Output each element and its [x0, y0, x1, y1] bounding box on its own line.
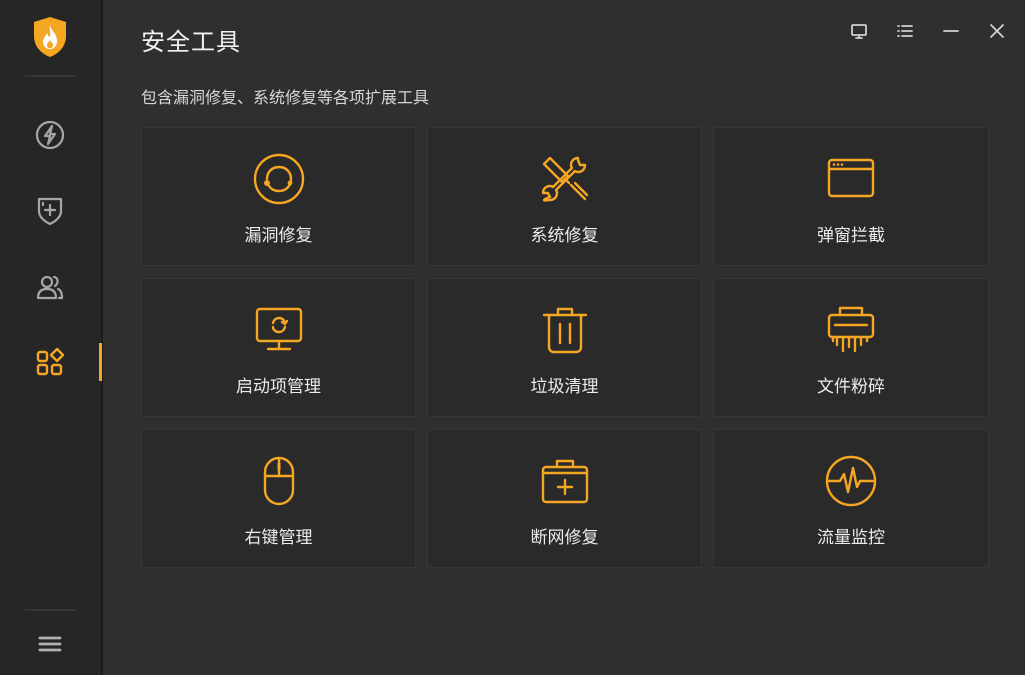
sidebar-item-tools[interactable]	[30, 342, 70, 382]
minimize-button[interactable]	[941, 20, 961, 42]
tool-label: 漏洞修复	[244, 226, 313, 246]
feedback-icon	[851, 24, 867, 39]
shredder-icon	[827, 306, 875, 353]
tool-label: 启动项管理	[236, 377, 321, 397]
popup-window-icon	[827, 158, 875, 198]
window-controls	[849, 20, 1007, 42]
minimize-icon	[943, 30, 959, 32]
vulnerability-repair-icon	[253, 153, 304, 205]
pulse-monitor-icon	[825, 455, 877, 507]
menu-list-button[interactable]	[895, 20, 915, 42]
trash-icon	[542, 307, 587, 354]
page-title: 安全工具	[141, 28, 241, 56]
app-window: 安全工具 包含漏洞修复、系统修复等各项扩展工具 漏洞修复 系统修复 弹窗拦截 启…	[0, 0, 1025, 675]
close-button[interactable]	[987, 20, 1007, 42]
tool-label: 文件粉碎	[817, 377, 885, 397]
apps-icon	[36, 347, 65, 376]
flame-shield-icon	[32, 16, 68, 58]
wrench-screwdriver-icon	[541, 156, 588, 202]
tool-label: 弹窗拦截	[817, 226, 885, 246]
mouse-icon	[263, 456, 294, 506]
tool-card-junk-clean[interactable]: 垃圾清理	[427, 278, 702, 417]
sidebar-divider-bottom	[25, 609, 75, 611]
users-icon	[36, 275, 64, 300]
sidebar-active-indicator	[99, 343, 102, 381]
sidebar-item-protection[interactable]	[30, 190, 70, 230]
shield-plus-icon	[37, 197, 63, 226]
tool-card-popup-block[interactable]: 弹窗拦截	[713, 127, 989, 266]
tool-label: 流量监控	[817, 528, 885, 548]
tool-card-vulnerability-repair[interactable]: 漏洞修复	[141, 127, 416, 266]
tool-label: 系统修复	[530, 226, 599, 246]
tools-grid: 漏洞修复 系统修复 弹窗拦截 启动项管理 垃圾清理 文件粉碎 右键管理 断网修复…	[141, 127, 989, 568]
sidebar-divider-top	[25, 75, 75, 77]
tool-label: 垃圾清理	[530, 377, 599, 397]
feedback-button[interactable]	[849, 20, 869, 42]
monitor-refresh-icon	[255, 307, 302, 351]
page-subtitle: 包含漏洞修复、系统修复等各项扩展工具	[141, 88, 430, 107]
sidebar-menu-button[interactable]	[30, 624, 70, 664]
tool-card-traffic-monitor[interactable]: 流量监控	[713, 429, 989, 568]
tool-card-system-repair[interactable]: 系统修复	[427, 127, 702, 266]
sidebar-item-users[interactable]	[30, 267, 70, 307]
close-icon	[990, 24, 1004, 38]
medkit-icon	[541, 459, 588, 504]
tool-card-context-menu[interactable]: 右键管理	[141, 429, 416, 568]
tool-card-network-repair[interactable]: 断网修复	[427, 429, 702, 568]
tool-label: 断网修复	[530, 528, 599, 548]
menu-list-icon	[897, 25, 913, 37]
sidebar-item-speedup[interactable]	[30, 115, 70, 155]
sidebar	[0, 0, 103, 675]
hamburger-menu-icon	[38, 636, 62, 652]
tool-label: 右键管理	[244, 528, 313, 548]
tool-card-file-shred[interactable]: 文件粉碎	[713, 278, 989, 417]
lightning-icon	[35, 120, 65, 150]
tool-card-startup-manager[interactable]: 启动项管理	[141, 278, 416, 417]
main-panel: 安全工具 包含漏洞修复、系统修复等各项扩展工具 漏洞修复 系统修复 弹窗拦截 启…	[103, 0, 1025, 675]
